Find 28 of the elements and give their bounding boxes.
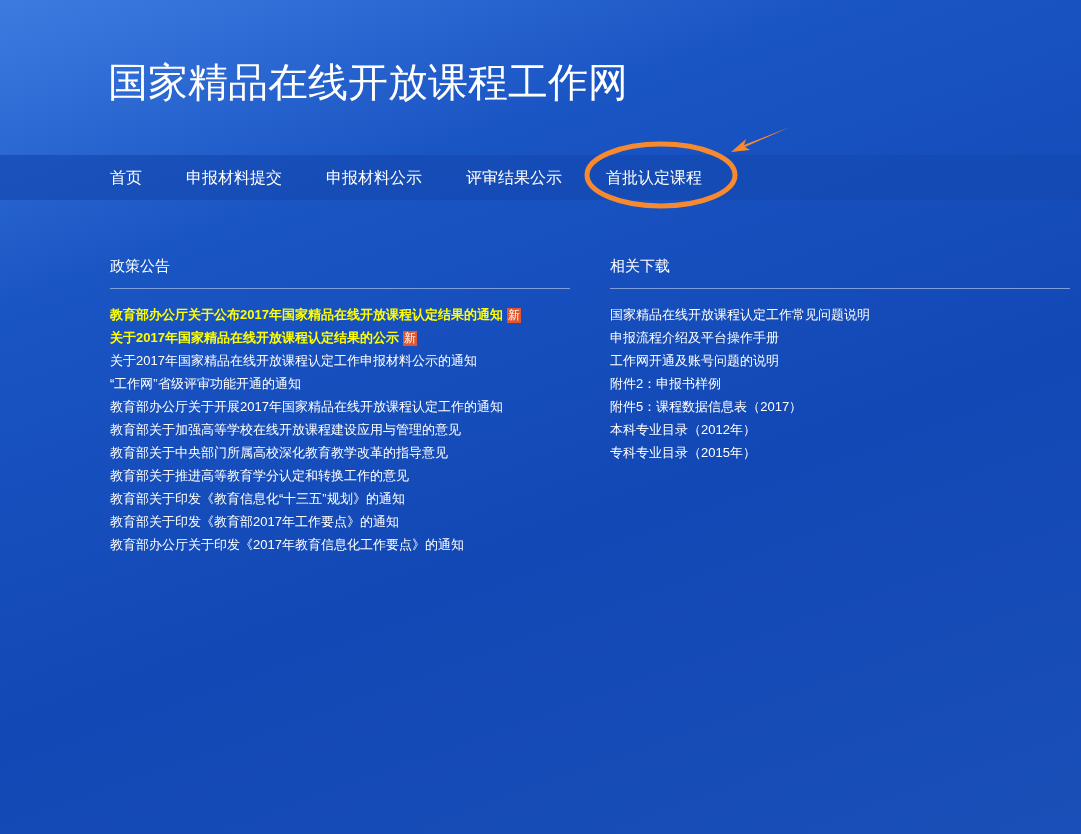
- news-link[interactable]: 教育部关于印发《教育信息化“十三五”规划》的通知: [110, 489, 405, 509]
- download-link[interactable]: 工作网开通及账号问题的说明: [610, 351, 779, 371]
- download-link[interactable]: 附件5：课程数据信息表（2017）: [610, 397, 803, 417]
- section-heading: 政策公告: [110, 255, 570, 289]
- news-link[interactable]: 教育部关于推进高等教育学分认定和转换工作的意见: [110, 466, 409, 486]
- download-link[interactable]: 国家精品在线开放课程认定工作常见问题说明: [610, 305, 870, 325]
- news-link[interactable]: 教育部办公厅关于公布2017年国家精品在线开放课程认定结果的通知: [110, 305, 503, 325]
- nav-link[interactable]: 首页: [110, 168, 142, 186]
- section-heading: 相关下载: [610, 255, 1070, 289]
- news-link[interactable]: “工作网”省级评审功能开通的通知: [110, 374, 301, 394]
- nav-link[interactable]: 评审结果公示: [466, 168, 562, 186]
- download-link[interactable]: 附件2：申报书样例: [610, 374, 722, 394]
- new-badge: 新: [506, 307, 521, 323]
- news-link[interactable]: 教育部办公厅关于印发《2017年教育信息化工作要点》的通知: [110, 535, 464, 555]
- news-link[interactable]: 关于2017年国家精品在线开放课程认定工作申报材料公示的通知: [110, 351, 477, 371]
- news-link[interactable]: 关于2017年国家精品在线开放课程认定结果的公示: [110, 328, 399, 348]
- download-link[interactable]: 申报流程介绍及平台操作手册: [610, 328, 779, 348]
- news-link[interactable]: 教育部关于加强高等学校在线开放课程建设应用与管理的意见: [110, 420, 461, 440]
- download-link[interactable]: 专科专业目录（2015年）: [610, 443, 756, 463]
- new-badge: 新: [402, 330, 417, 346]
- news-link[interactable]: 教育部关于印发《教育部2017年工作要点》的通知: [110, 512, 399, 532]
- news-link[interactable]: 教育部办公厅关于开展2017年国家精品在线开放课程认定工作的通知: [110, 397, 503, 417]
- nav-link[interactable]: 申报材料提交: [186, 168, 282, 186]
- news-link[interactable]: 教育部关于中央部门所属高校深化教育教学改革的指导意见: [110, 443, 448, 463]
- site-title: 国家精品在线开放课程工作网: [108, 59, 628, 106]
- nav-link[interactable]: 申报材料公示: [326, 168, 422, 186]
- download-link[interactable]: 本科专业目录（2012年）: [610, 420, 756, 440]
- nav-link[interactable]: 首批认定课程: [606, 168, 702, 186]
